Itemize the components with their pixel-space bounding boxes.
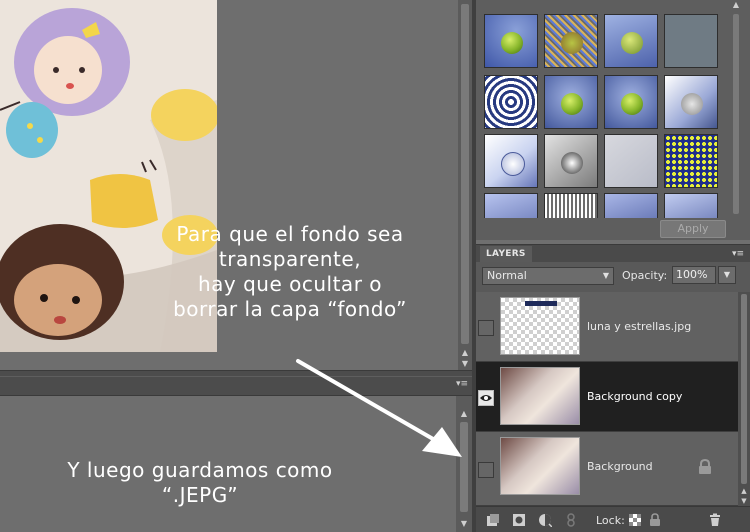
layers-scroll-thumb[interactable]: [741, 294, 747, 484]
effect-thumbnail[interactable]: [604, 14, 658, 68]
effect-thumbnail[interactable]: [484, 134, 538, 188]
effects-panel: Apply: [476, 0, 750, 240]
link-layers-icon[interactable]: [564, 513, 578, 527]
layer-row-background[interactable]: Background: [476, 432, 738, 506]
blend-mode-value: Normal: [487, 269, 527, 282]
effect-thumbnail[interactable]: [544, 134, 598, 188]
layers-tab[interactable]: LAYERS: [480, 246, 532, 262]
annotation-line: hay que ocultar o: [197, 272, 383, 296]
lock-label: Lock:: [596, 514, 625, 527]
effect-thumbnail[interactable]: [544, 75, 598, 129]
layer-row-background-copy[interactable]: Background copy: [476, 362, 738, 432]
layer-thumbnail-graphic: [525, 301, 557, 306]
visibility-toggle[interactable]: [478, 462, 494, 478]
chevron-down-icon: ▼: [602, 271, 609, 280]
lock-icon: [699, 459, 711, 474]
layer-row-luna-y-estrellas[interactable]: luna y estrellas.jpg: [476, 292, 738, 362]
effect-thumbnail[interactable]: [484, 193, 538, 218]
scroll-up-icon[interactable]: ▲: [738, 486, 750, 496]
new-layer-icon[interactable]: [486, 513, 500, 527]
lock-all-icon[interactable]: [648, 513, 662, 527]
layer-thumbnail: [500, 437, 580, 495]
effects-grid: [476, 0, 750, 218]
blend-mode-select[interactable]: Normal ▼: [482, 267, 614, 285]
canvas-scroll-thumb[interactable]: [461, 4, 469, 344]
effects-scroll-thumb[interactable]: [733, 14, 739, 214]
trash-icon[interactable]: [708, 513, 722, 527]
panel-menu-icon[interactable]: ▾≡: [732, 248, 744, 260]
effect-thumbnail[interactable]: [484, 75, 538, 129]
scroll-down-icon[interactable]: ▼: [738, 496, 750, 506]
layer-mask-icon[interactable]: [512, 513, 526, 527]
adjustment-layer-icon[interactable]: [538, 513, 552, 527]
opacity-label: Opacity:: [622, 269, 668, 282]
scroll-up-icon[interactable]: ▲: [730, 0, 742, 10]
effect-thumbnail[interactable]: [604, 134, 658, 188]
chevron-down-icon[interactable]: ▼: [718, 266, 736, 284]
layer-thumbnail: [500, 367, 580, 425]
effect-thumbnail[interactable]: [544, 193, 598, 218]
canvas-vertical-scrollbar[interactable]: ▲ ▼: [458, 0, 472, 370]
effect-thumbnail[interactable]: [484, 14, 538, 68]
layer-name: luna y estrellas.jpg: [587, 320, 692, 333]
visibility-toggle[interactable]: [478, 390, 494, 406]
effects-vertical-scrollbar[interactable]: ▲: [730, 0, 742, 240]
eye-icon: [480, 395, 492, 401]
annotation-line: “.JEPG”: [161, 483, 239, 507]
annotation-line: borrar la capa “fondo”: [173, 297, 407, 321]
layers-footer: Lock:: [476, 506, 750, 532]
layers-vertical-scrollbar[interactable]: ▲ ▼: [738, 292, 750, 506]
effect-thumbnail[interactable]: [664, 14, 718, 68]
annotation-hide-background: Para que el fondo sea transparente, hay …: [130, 222, 450, 322]
effect-thumbnail[interactable]: [544, 14, 598, 68]
layer-thumbnail: [500, 297, 580, 355]
scroll-down-icon[interactable]: ▼: [456, 518, 472, 530]
lock-transparency-icon[interactable]: [628, 513, 642, 527]
layers-list: luna y estrellas.jpg Background copy Bac…: [476, 292, 738, 506]
effect-thumbnail[interactable]: [664, 134, 718, 188]
effect-thumbnail[interactable]: [664, 75, 718, 129]
apply-button[interactable]: Apply: [660, 220, 726, 238]
layers-panel-header: LAYERS ▾≡: [476, 244, 750, 262]
layer-name: Background: [587, 460, 653, 473]
layers-toolbar: Normal ▼ Opacity: 100% ▼: [476, 262, 750, 292]
annotation-arrow-icon: [296, 359, 462, 457]
effect-thumbnail[interactable]: [664, 193, 718, 218]
annotation-line: Para que el fondo sea: [176, 222, 404, 246]
opacity-input[interactable]: 100%: [672, 266, 716, 284]
effect-thumbnail[interactable]: [604, 75, 658, 129]
annotation-save-as: Y luego guardamos como “.JEPG”: [20, 458, 380, 508]
effect-thumbnail[interactable]: [604, 193, 658, 218]
visibility-toggle[interactable]: [478, 320, 494, 336]
annotation-line: transparente,: [218, 247, 362, 271]
layer-name: Background copy: [587, 390, 683, 403]
